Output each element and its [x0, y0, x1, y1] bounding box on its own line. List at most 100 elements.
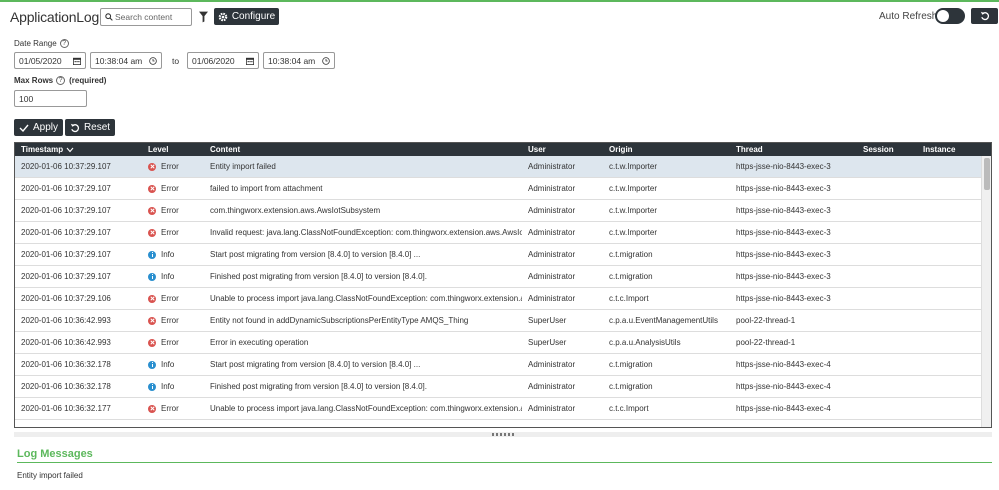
table-row[interactable]: 2020-01-06 10:37:29.107 Error com.thingwor… [15, 200, 981, 222]
from-date-field[interactable]: 01/05/2020 [14, 52, 86, 69]
table-row[interactable]: 2020-01-06 10:36:42.993 Error Error in exe… [15, 332, 981, 354]
column-header-user[interactable]: User [528, 145, 546, 154]
cell-thread: https-jsse-nio-8443-exec-3 [736, 162, 831, 171]
to-label: to [172, 56, 180, 66]
cell-thread: https-jsse-nio-8443-exec-4 [736, 404, 831, 413]
table-row[interactable]: 2020-01-06 10:36:32.177 Error Entity impor… [15, 420, 981, 427]
cell-level: Error [148, 206, 206, 215]
panel-splitter[interactable] [14, 432, 992, 437]
date-range-text: Date Range [14, 39, 57, 48]
date-range-label: Date Range ? [14, 39, 69, 48]
required-text: (required) [69, 76, 107, 85]
table-row[interactable]: 2020-01-06 10:36:32.177 Error Unable to pr… [15, 398, 981, 420]
table-row[interactable]: 2020-01-06 10:37:29.107 Error failed to im… [15, 178, 981, 200]
table-row[interactable]: 2020-01-06 10:36:32.178 Info Finished post… [15, 376, 981, 398]
help-icon[interactable]: ? [59, 39, 69, 48]
reset-label: Reset [83, 122, 111, 133]
configure-button[interactable]: Configure [214, 8, 279, 25]
search-input[interactable] [115, 12, 191, 22]
clock-icon[interactable] [322, 56, 330, 65]
auto-refresh-toggle[interactable] [935, 8, 965, 24]
level-text: Error [161, 316, 179, 325]
cell-thread: https-jsse-nio-8443-exec-3 [736, 250, 831, 259]
column-header-instance[interactable]: Instance [923, 145, 955, 154]
filter-icon[interactable] [199, 11, 208, 23]
cell-timestamp: 2020-01-06 10:36:42.993 [21, 338, 111, 347]
column-header-session[interactable]: Session [863, 145, 894, 154]
error-icon [148, 206, 156, 215]
cell-user: Administrator [528, 250, 576, 259]
info-icon [148, 272, 156, 281]
to-time-field[interactable]: 10:38:04 am [263, 52, 335, 69]
vertical-scrollbar[interactable] [981, 156, 991, 427]
refresh-button[interactable] [971, 8, 998, 24]
cell-thread: pool-22-thread-1 [736, 316, 796, 325]
table-row[interactable]: 2020-01-06 10:36:32.178 Info Start post mi… [15, 354, 981, 376]
column-header-origin[interactable]: Origin [609, 145, 633, 154]
cell-user: Administrator [528, 272, 576, 281]
scrollbar-thumb[interactable] [984, 158, 990, 190]
cell-user: Administrator [528, 404, 576, 413]
cell-origin: c.p.a.u.EventManagementUtils [609, 316, 718, 325]
error-icon [148, 338, 156, 347]
cell-user: Administrator [528, 228, 576, 237]
table-row[interactable]: 2020-01-06 10:37:29.107 Error Invalid requ… [15, 222, 981, 244]
column-header-thread[interactable]: Thread [736, 145, 763, 154]
cell-thread: https-jsse-nio-8443-exec-3 [736, 294, 831, 303]
cell-origin: c.t.w.Importer [609, 228, 658, 237]
to-date-field[interactable]: 01/06/2020 [187, 52, 259, 69]
help-icon[interactable]: ? [56, 76, 66, 85]
table-row[interactable]: 2020-01-06 10:37:29.107 Info Start post mi… [15, 244, 981, 266]
cell-content: failed to import from attachment [210, 184, 323, 193]
log-message-text: Entity import failed [17, 471, 83, 480]
level-text: Error [161, 404, 179, 413]
info-icon [148, 250, 156, 259]
from-time-value: 10:38:04 am [95, 55, 143, 66]
cell-content: Start post migrating from version [8.4.0… [210, 250, 421, 259]
grid-header: Timestamp Level Content User Origin Thre… [15, 143, 991, 156]
cell-content: Entity not found in addDynamicSubscripti… [210, 316, 469, 325]
cell-content: Start post migrating from version [8.4.0… [210, 360, 421, 369]
cell-user: Administrator [528, 426, 604, 427]
cell-thread: https-jsse-nio-8443-exec-3 [736, 184, 831, 193]
search-box[interactable] [100, 8, 192, 26]
clock-icon[interactable] [149, 56, 157, 65]
max-rows-value: 100 [19, 93, 34, 104]
cell-user: Administrator [528, 162, 576, 171]
cell-level: Error [148, 162, 206, 171]
cell-level: Error [148, 338, 206, 347]
from-time-field[interactable]: 10:38:04 am [90, 52, 162, 69]
top-accent-bar [0, 0, 999, 2]
level-text: Info [161, 382, 175, 391]
table-row[interactable]: 2020-01-06 10:37:29.106 Error Unable to pr… [15, 288, 981, 310]
info-icon [148, 360, 156, 369]
info-icon [148, 382, 156, 391]
cell-timestamp: 2020-01-06 10:37:29.107 [21, 272, 111, 281]
configure-label: Configure [231, 11, 276, 22]
splitter-handle-icon[interactable] [492, 433, 514, 436]
cell-content: Invalid request: java.lang.ClassNotFound… [210, 228, 522, 237]
calendar-icon[interactable] [73, 57, 81, 65]
to-time-value: 10:38:04 am [268, 55, 316, 66]
column-header-level[interactable]: Level [148, 145, 168, 154]
apply-button[interactable]: Apply [14, 119, 63, 136]
toggle-knob [937, 10, 949, 22]
cell-user: Administrator [528, 294, 576, 303]
level-text: Info [161, 360, 175, 369]
max-rows-input[interactable]: 100 [14, 90, 87, 107]
level-text: Error [161, 294, 179, 303]
cell-user: Administrator [528, 360, 576, 369]
max-rows-text: Max Rows [14, 76, 54, 85]
column-header-content[interactable]: Content [210, 145, 240, 154]
table-row[interactable]: 2020-01-06 10:37:29.107 Error Entity impor… [15, 156, 981, 178]
level-text: Error [161, 206, 179, 215]
reset-button[interactable]: Reset [65, 119, 115, 136]
table-row[interactable]: 2020-01-06 10:36:42.993 Error Entity not f… [15, 310, 981, 332]
table-row[interactable]: 2020-01-06 10:37:29.107 Info Finished post… [15, 266, 981, 288]
calendar-icon[interactable] [246, 57, 254, 65]
cell-timestamp: 2020-01-06 10:36:32.178 [21, 360, 111, 369]
cell-origin: c.t.c.Import [609, 294, 649, 303]
cell-timestamp: 2020-01-06 10:36:32.177 [21, 404, 111, 413]
column-header-timestamp[interactable]: Timestamp [21, 145, 74, 154]
error-icon [148, 426, 156, 427]
